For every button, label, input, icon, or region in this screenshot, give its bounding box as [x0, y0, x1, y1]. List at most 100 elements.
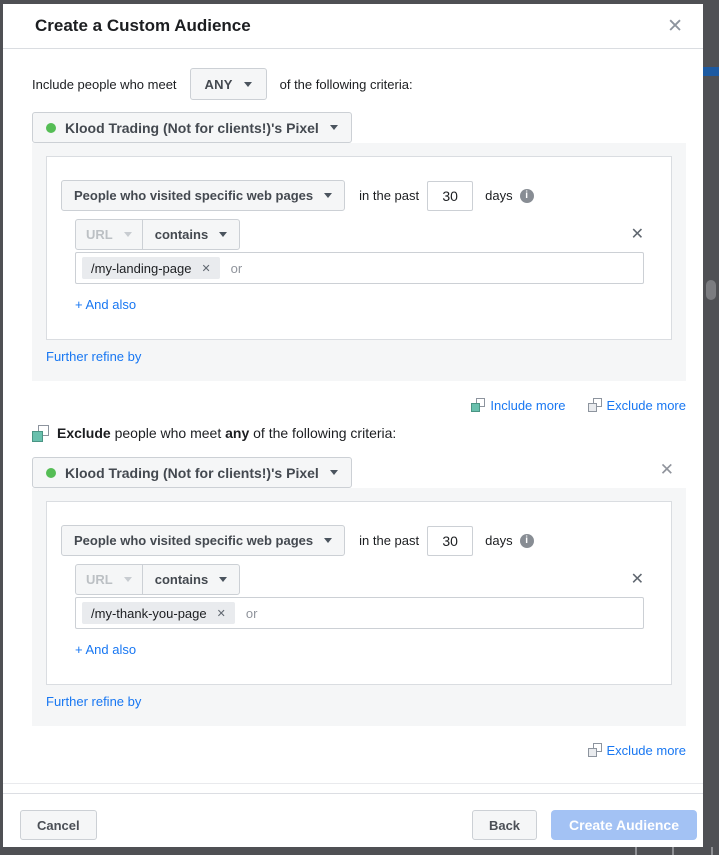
rule-type-value: People who visited specific web pages	[74, 188, 313, 203]
remove-exclude-section-icon[interactable]: ✕	[660, 461, 674, 478]
days-label: days	[485, 533, 512, 548]
further-refine-link[interactable]: Further refine by	[46, 349, 141, 364]
exclude-more-link[interactable]: Exclude more	[588, 398, 686, 413]
include-section: People who visited specific web pages in…	[32, 143, 686, 381]
remove-rule-icon[interactable]: ✕	[631, 227, 644, 243]
footer-gap	[3, 784, 703, 793]
include-more-link[interactable]: Include more	[471, 398, 565, 413]
modal-footer: Cancel Back Create Audience	[3, 793, 703, 847]
create-custom-audience-modal: Create a Custom Audience ✕ Include peopl…	[3, 4, 703, 847]
further-refine-link[interactable]: Further refine by	[46, 694, 141, 709]
url-tag-input[interactable]: /my-landing-page ✕ or	[75, 252, 644, 284]
include-more-label: Include more	[490, 398, 565, 413]
operator-dropdown[interactable]: contains	[142, 219, 240, 250]
chevron-down-icon	[324, 193, 332, 198]
page-overlay-bottom	[0, 847, 719, 855]
back-button[interactable]: Back	[472, 810, 537, 840]
pixel-source-dropdown[interactable]: Klood Trading (Not for clients!)'s Pixel	[32, 112, 352, 143]
rule-type-value: People who visited specific web pages	[74, 533, 313, 548]
page-behind-gridline	[672, 847, 674, 855]
exclude-pixel-row: Klood Trading (Not for clients!)'s Pixel…	[32, 457, 686, 488]
rule-type-row: People who visited specific web pages in…	[61, 525, 644, 556]
operator-value: contains	[155, 227, 208, 242]
cancel-button[interactable]: Cancel	[20, 810, 97, 840]
modal-title: Create a Custom Audience	[35, 16, 251, 36]
page-behind-blue-fragment	[703, 67, 719, 76]
exclude-word: Exclude	[57, 425, 111, 441]
exclude-mid: people who meet	[115, 425, 222, 441]
chevron-down-icon	[244, 82, 252, 87]
operator-value: contains	[155, 572, 208, 587]
and-also-link[interactable]: + And also	[75, 297, 136, 312]
url-tag: /my-landing-page ✕	[82, 257, 220, 279]
chevron-down-icon	[324, 538, 332, 543]
pixel-name: Klood Trading (Not for clients!)'s Pixel	[65, 120, 319, 136]
url-field-value: URL	[86, 227, 113, 242]
url-tag-input[interactable]: /my-thank-you-page ✕ or	[75, 597, 644, 629]
page-overlay-top	[0, 0, 719, 4]
page-behind-gridline	[711, 847, 713, 855]
exclude-section-icon	[32, 425, 49, 442]
in-the-past-label: in the past	[359, 533, 419, 548]
page-overlay-left	[0, 0, 3, 855]
pixel-status-dot-icon	[46, 123, 56, 133]
page-background: Create a Custom Audience ✕ Include peopl…	[0, 0, 719, 855]
match-type-dropdown[interactable]: ANY	[190, 68, 267, 100]
in-the-past-label: in the past	[359, 188, 419, 203]
remove-tag-icon[interactable]: ✕	[201, 262, 210, 275]
exclude-more-icon	[588, 398, 602, 412]
exclude-section: People who visited specific web pages in…	[32, 488, 686, 726]
and-also-link[interactable]: + And also	[75, 642, 136, 657]
include-rule-panel: People who visited specific web pages in…	[46, 156, 672, 340]
match-type-value: ANY	[205, 77, 233, 92]
or-placeholder: or	[246, 606, 258, 621]
url-field-dropdown[interactable]: URL	[75, 219, 143, 250]
url-field-value: URL	[86, 572, 113, 587]
include-criteria-row: Include people who meet ANY of the follo…	[32, 68, 686, 100]
url-tag: /my-thank-you-page ✕	[82, 602, 235, 624]
pixel-source-dropdown[interactable]: Klood Trading (Not for clients!)'s Pixel	[32, 457, 352, 488]
url-tag-text: /my-thank-you-page	[91, 606, 207, 621]
any-word: any	[225, 425, 249, 441]
chevron-down-icon	[330, 470, 338, 475]
page-overlay-right	[703, 0, 719, 855]
page-behind-gridline	[635, 847, 637, 855]
rule-type-dropdown[interactable]: People who visited specific web pages	[61, 180, 345, 211]
exclude-suffix: of the following criteria:	[253, 425, 396, 441]
info-icon[interactable]: i	[520, 534, 534, 548]
modal-header: Create a Custom Audience ✕	[3, 4, 703, 49]
modal-close-icon[interactable]: ✕	[661, 15, 689, 38]
more-links-row: Include more Exclude more	[32, 395, 686, 415]
info-icon[interactable]: i	[520, 189, 534, 203]
or-placeholder: or	[231, 261, 243, 276]
chevron-down-icon	[330, 125, 338, 130]
more-links-row-2: Exclude more	[32, 740, 686, 760]
days-label: days	[485, 188, 512, 203]
include-more-icon	[471, 398, 485, 412]
include-criteria-suffix: of the following criteria:	[280, 77, 413, 92]
scrollbar-thumb[interactable]	[706, 280, 716, 300]
exclude-more-icon	[588, 743, 602, 757]
url-tag-text: /my-landing-page	[91, 261, 191, 276]
days-input[interactable]	[427, 181, 473, 211]
rule-type-dropdown[interactable]: People who visited specific web pages	[61, 525, 345, 556]
days-input[interactable]	[427, 526, 473, 556]
exclude-criteria-row: Exclude people who meet any of the follo…	[32, 422, 686, 444]
include-pixel-row: Klood Trading (Not for clients!)'s Pixel	[32, 112, 686, 143]
include-criteria-prefix: Include people who meet	[32, 77, 177, 92]
rule-type-row: People who visited specific web pages in…	[61, 180, 644, 211]
pixel-name: Klood Trading (Not for clients!)'s Pixel	[65, 465, 319, 481]
exclude-rule-panel: People who visited specific web pages in…	[46, 501, 672, 685]
chevron-down-icon	[219, 232, 227, 237]
operator-dropdown[interactable]: contains	[142, 564, 240, 595]
url-condition-row: URL contains ✕	[75, 564, 644, 595]
exclude-more-link-2[interactable]: Exclude more	[588, 743, 686, 758]
url-field-dropdown[interactable]: URL	[75, 564, 143, 595]
pixel-status-dot-icon	[46, 468, 56, 478]
url-condition-row: URL contains ✕	[75, 219, 644, 250]
remove-rule-icon[interactable]: ✕	[631, 572, 644, 588]
exclude-criteria-text: Exclude people who meet any of the follo…	[57, 425, 396, 441]
chevron-down-icon	[124, 232, 132, 237]
remove-tag-icon[interactable]: ✕	[217, 607, 226, 620]
create-audience-button[interactable]: Create Audience	[551, 810, 697, 840]
